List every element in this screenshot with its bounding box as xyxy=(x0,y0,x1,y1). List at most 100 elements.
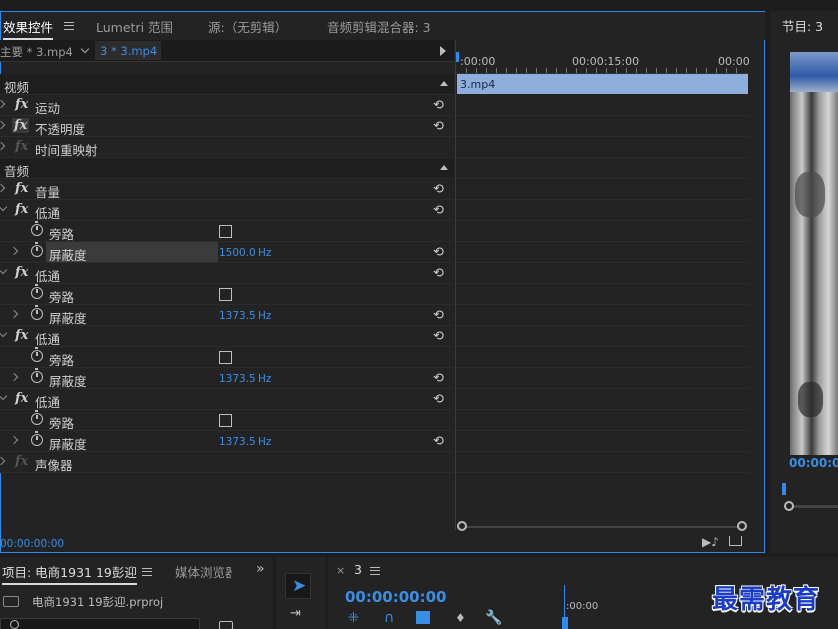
clip-label[interactable]: 3 * 3.mp4 xyxy=(100,44,157,58)
more-tabs-icon[interactable]: » xyxy=(256,561,265,577)
stopwatch-icon[interactable] xyxy=(31,410,43,425)
export-icon[interactable] xyxy=(729,536,742,546)
linked-selection-icon[interactable] xyxy=(416,611,430,624)
project-file-name[interactable]: 电商1931 19彭迎.prproj xyxy=(32,594,163,610)
magnet-icon[interactable]: ∩ xyxy=(384,610,394,626)
stopwatch-icon[interactable] xyxy=(31,368,43,383)
chevron-right-icon[interactable] xyxy=(0,141,6,151)
reset-icon[interactable]: ⟲ xyxy=(433,266,444,281)
sequence-timecode[interactable]: 00:00:00:00 xyxy=(345,588,447,606)
stopwatch-icon[interactable] xyxy=(31,284,43,299)
fx-icon[interactable]: fx xyxy=(15,97,28,112)
chevron-right-icon[interactable] xyxy=(0,456,6,466)
fx-icon[interactable]: fx xyxy=(12,118,30,133)
param-row-cutoff[interactable]: 屏蔽度 1373.5 Hz ⟲ xyxy=(0,305,454,326)
marker-icon[interactable]: ♦ xyxy=(455,611,466,625)
sequence-playhead-icon[interactable] xyxy=(562,617,568,629)
reset-icon[interactable]: ⟲ xyxy=(433,245,444,260)
param-row-cutoff[interactable]: 屏蔽度 1373.5 Hz ⟲ xyxy=(0,368,454,389)
fx-icon[interactable]: fx xyxy=(15,181,28,196)
chevron-right-icon[interactable] xyxy=(9,309,19,319)
param-row-cutoff[interactable]: 屏蔽度 1500.0 Hz ⟲ xyxy=(0,242,454,263)
effect-row-motion[interactable]: fx 运动 ⟲ xyxy=(0,95,454,116)
stopwatch-icon[interactable] xyxy=(31,221,43,236)
stopwatch-icon[interactable] xyxy=(31,242,43,257)
chevron-right-icon[interactable] xyxy=(9,372,19,382)
fx-icon[interactable]: fx xyxy=(15,391,28,406)
reset-icon[interactable]: ⟲ xyxy=(433,203,444,218)
clip-bar[interactable] xyxy=(457,74,748,94)
param-row-bypass[interactable]: 旁路 xyxy=(0,221,454,242)
play-triangle-icon[interactable] xyxy=(440,46,446,56)
effect-row-lowpass[interactable]: fx 低通 ⟲ xyxy=(0,200,454,221)
param-row-bypass[interactable]: 旁路 xyxy=(0,284,454,305)
cutoff-value[interactable]: 1500.0 xyxy=(219,247,256,259)
param-row-bypass[interactable]: 旁路 xyxy=(0,347,454,368)
collapse-triangle-icon[interactable] xyxy=(440,81,448,86)
reset-icon[interactable]: ⟲ xyxy=(433,308,444,323)
reset-icon[interactable]: ⟲ xyxy=(433,98,444,113)
program-timecode[interactable]: 00:00:0 xyxy=(789,456,838,470)
bypass-checkbox[interactable] xyxy=(219,414,232,427)
stopwatch-icon[interactable] xyxy=(31,431,43,446)
effect-row-opacity[interactable]: fx 不透明度 ⟲ xyxy=(0,116,454,137)
tab-media-browser[interactable]: 媒体浏览器 xyxy=(175,562,232,581)
search-input[interactable] xyxy=(0,618,200,629)
audio-section-header[interactable]: 音频 xyxy=(0,158,454,179)
video-section-header[interactable]: 视频 xyxy=(0,74,454,95)
tab-project[interactable]: 项目: 电商1931 19彭迎 xyxy=(2,562,137,585)
fx-icon[interactable]: fx xyxy=(15,265,28,280)
playhead-icon[interactable] xyxy=(456,52,459,62)
cutoff-value[interactable]: 1373.5 xyxy=(219,373,256,385)
panel-menu-icon[interactable] xyxy=(142,568,152,576)
bypass-checkbox[interactable] xyxy=(219,288,232,301)
chevron-down-icon[interactable] xyxy=(0,391,8,401)
close-tab-icon[interactable]: × xyxy=(336,564,345,577)
bin-icon[interactable] xyxy=(219,621,233,629)
reset-icon[interactable]: ⟲ xyxy=(433,434,444,449)
chevron-right-icon[interactable] xyxy=(9,246,19,256)
chevron-right-icon[interactable] xyxy=(0,183,6,193)
collapse-triangle-icon[interactable] xyxy=(440,165,448,170)
snap-icon[interactable]: ⁜ xyxy=(348,611,359,626)
chevron-right-icon[interactable] xyxy=(0,99,6,109)
bypass-checkbox[interactable] xyxy=(219,351,232,364)
reset-icon[interactable]: ⟲ xyxy=(433,119,444,134)
panel-menu-icon[interactable] xyxy=(64,22,74,30)
chevron-right-icon[interactable] xyxy=(9,435,19,445)
reset-icon[interactable]: ⟲ xyxy=(433,329,444,344)
tab-program[interactable]: 节目: 3 xyxy=(782,16,823,35)
bypass-checkbox[interactable] xyxy=(219,225,232,238)
stopwatch-icon[interactable] xyxy=(31,305,43,320)
effect-row-panner[interactable]: fx 声像器 xyxy=(0,452,454,473)
effect-row-volume[interactable]: fx 音量 ⟲ xyxy=(0,179,454,200)
zoom-handle-right[interactable] xyxy=(737,521,747,531)
effect-row-lowpass[interactable]: fx 低通 ⟲ xyxy=(0,263,454,284)
track-select-tool-icon[interactable]: ⇥ xyxy=(290,606,301,621)
fx-icon[interactable]: fx xyxy=(15,202,28,217)
panel-menu-icon[interactable] xyxy=(370,567,380,575)
chevron-down-icon[interactable] xyxy=(0,328,8,338)
reset-icon[interactable]: ⟲ xyxy=(433,182,444,197)
zoom-scrollbar[interactable] xyxy=(462,526,742,528)
program-playhead-icon[interactable] xyxy=(782,483,786,495)
tab-audio-clip-mixer[interactable]: 音频剪辑混合器: 3 xyxy=(327,17,431,36)
reset-icon[interactable]: ⟲ xyxy=(433,392,444,407)
cutoff-value[interactable]: 1373.5 xyxy=(219,436,256,448)
play-audio-icon[interactable]: ▶♪ xyxy=(702,535,719,549)
effect-row-time-remap[interactable]: fx 时间重映射 xyxy=(0,137,454,158)
selection-tool-icon[interactable]: ➤ xyxy=(292,576,306,596)
tab-source[interactable]: 源:（无剪辑） xyxy=(208,17,287,36)
chevron-down-icon[interactable] xyxy=(80,44,90,54)
tab-effect-controls[interactable]: 效果控件 xyxy=(3,17,54,40)
chevron-down-icon[interactable] xyxy=(0,202,8,212)
param-row-bypass[interactable]: 旁路 xyxy=(0,410,454,431)
program-zoom-handle[interactable] xyxy=(784,501,794,511)
video-frame[interactable] xyxy=(790,52,838,455)
reset-icon[interactable]: ⟲ xyxy=(433,371,444,386)
param-row-cutoff[interactable]: 屏蔽度 1373.5 Hz ⟲ xyxy=(0,431,454,452)
stopwatch-icon[interactable] xyxy=(31,347,43,362)
chevron-right-icon[interactable] xyxy=(0,120,6,130)
current-time[interactable]: 00:00:00:00 xyxy=(0,538,64,550)
wrench-icon[interactable]: 🔧 xyxy=(485,610,502,626)
